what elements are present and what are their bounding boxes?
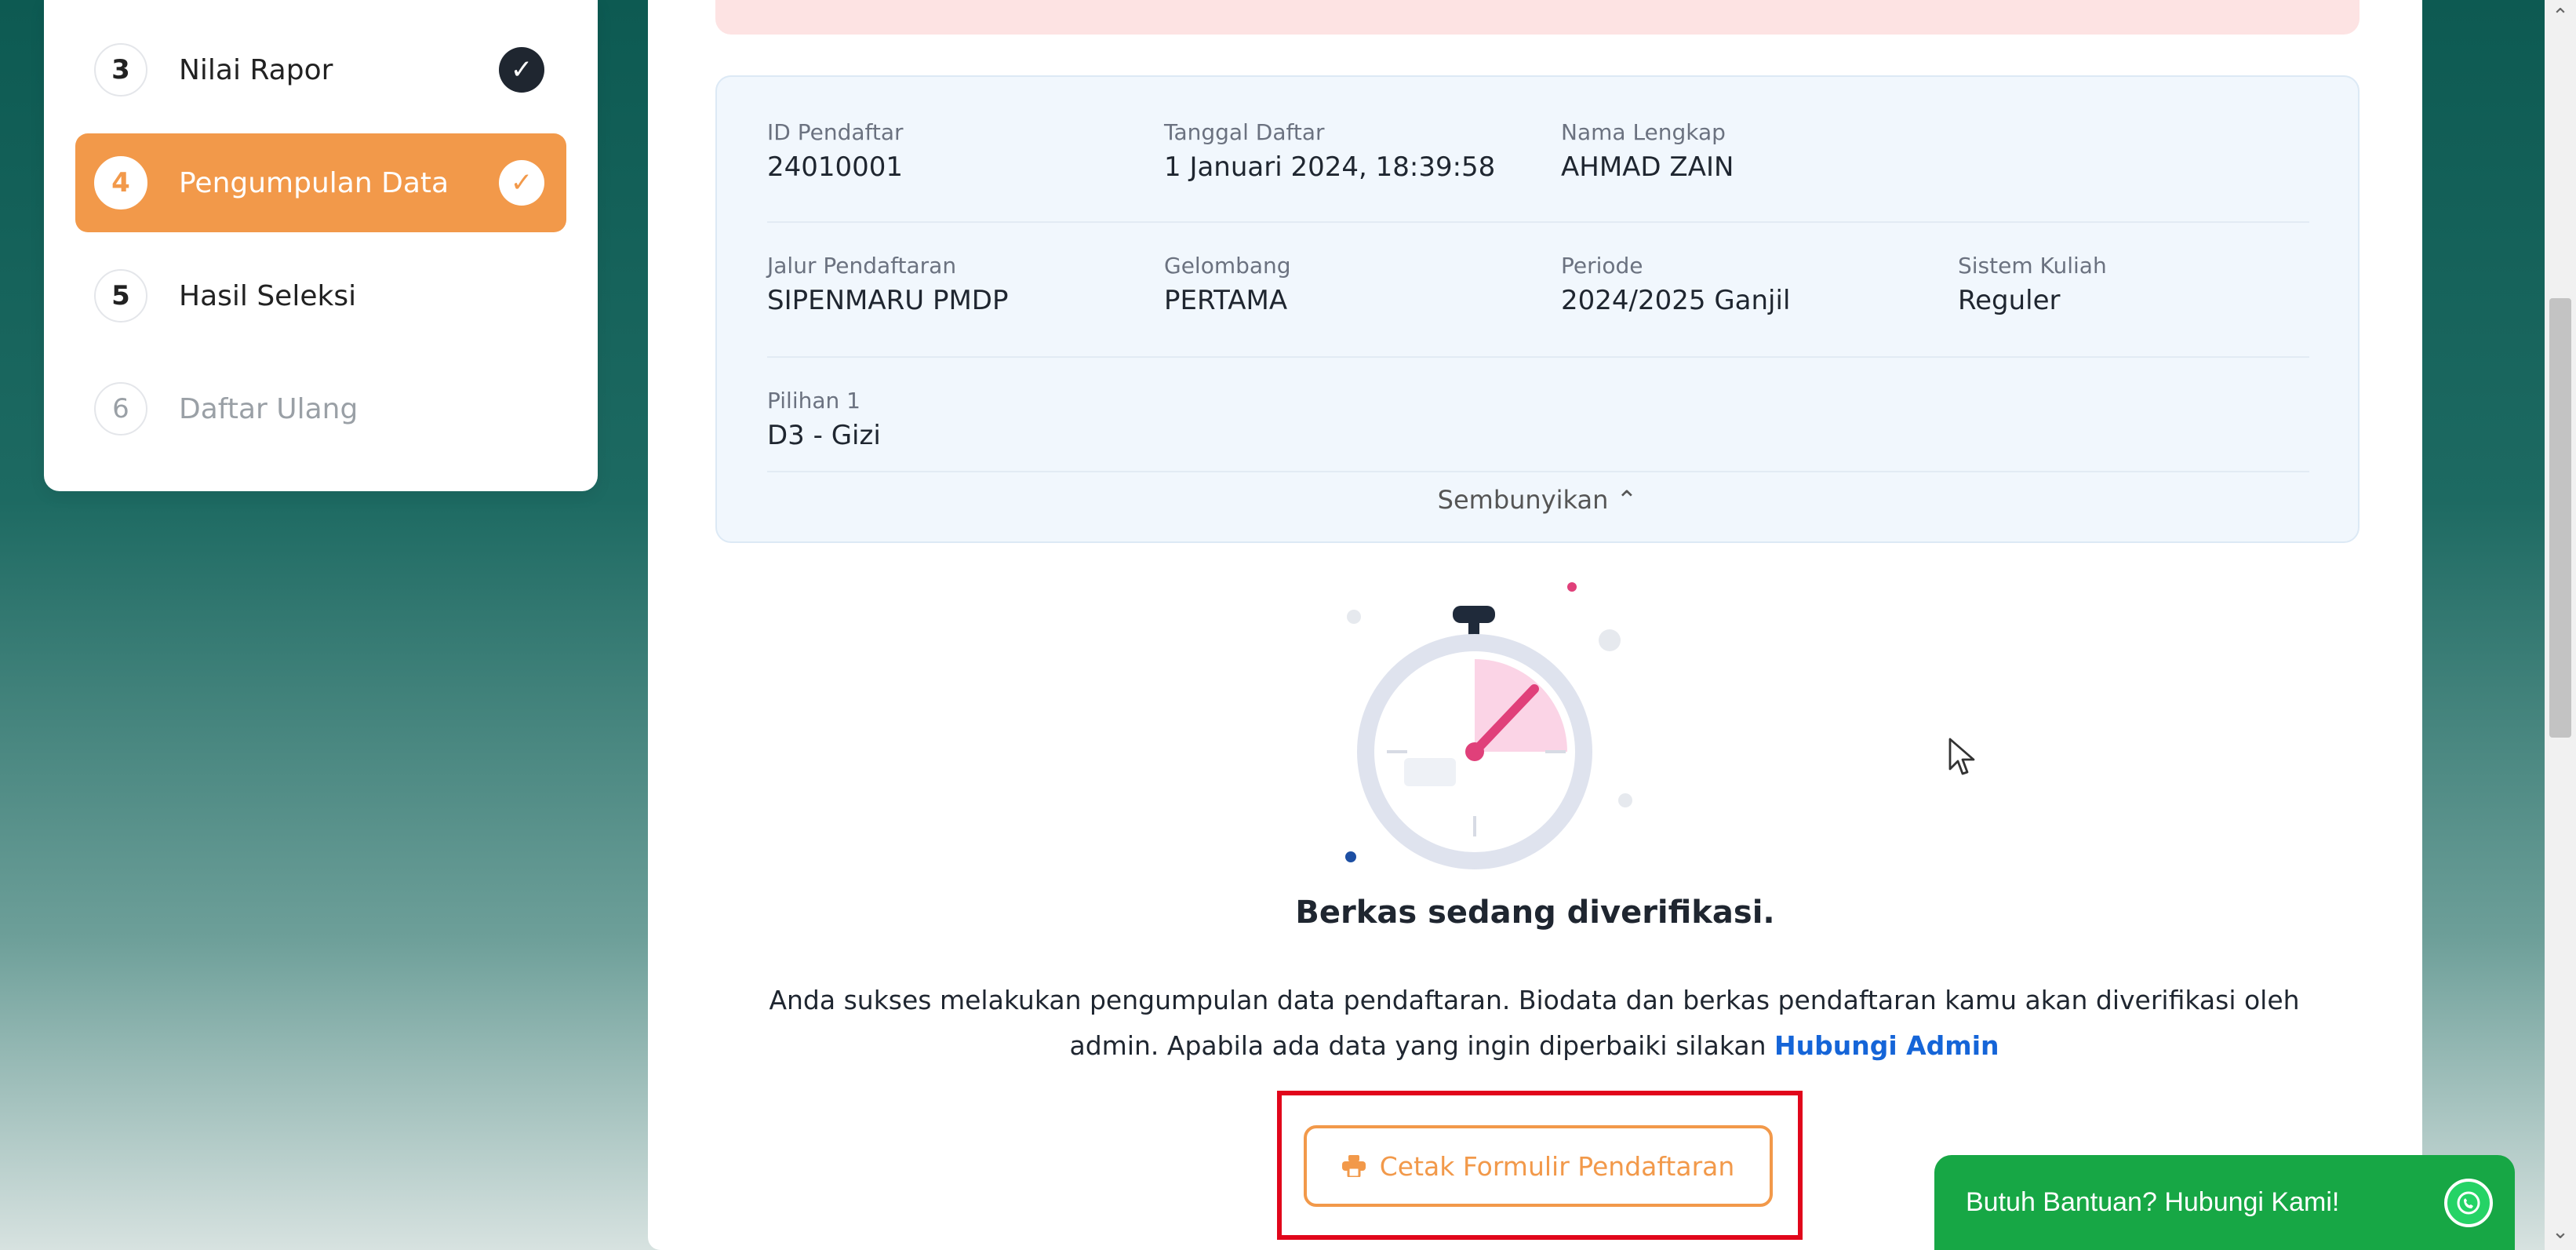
registration-info-box: ID Pendaftar 24010001 Tanggal Daftar 1 J… xyxy=(715,75,2360,543)
field-label: Tanggal Daftar xyxy=(1164,119,1325,145)
print-button-label: Cetak Formulir Pendaftaran xyxy=(1379,1150,1735,1182)
step-number: 5 xyxy=(94,269,147,323)
field-value: SIPENMARU PMDP xyxy=(767,285,1009,316)
steps-card: 3 Nilai Rapor ✓ 4 Pengumpulan Data ✓ 5 H… xyxy=(44,0,598,491)
verification-status-title: Berkas sedang diverifikasi. xyxy=(1295,895,1775,931)
field-id-pendaftar: ID Pendaftar 24010001 xyxy=(767,119,904,183)
stopwatch-illustration xyxy=(1345,582,1632,869)
step-label: Nilai Rapor xyxy=(179,53,333,86)
step-number: 4 xyxy=(94,156,147,210)
contact-admin-link[interactable]: Hubungi Admin xyxy=(1774,1030,1999,1061)
step-pengumpulan-data[interactable]: 4 Pengumpulan Data ✓ xyxy=(75,133,566,232)
field-label: Sistem Kuliah xyxy=(1958,253,2107,279)
step-hasil-seleksi[interactable]: 5 Hasil Seleksi xyxy=(75,246,566,345)
step-number: 6 xyxy=(94,382,147,435)
page-scrollbar[interactable]: ⌃ ⌄ xyxy=(2545,0,2576,1250)
hide-details-toggle[interactable]: Sembunyikan ⌃ xyxy=(717,485,2358,515)
help-whatsapp-button[interactable]: Butuh Bantuan? Hubungi Kami! xyxy=(1934,1155,2515,1250)
help-label: Butuh Bantuan? Hubungi Kami! xyxy=(1966,1187,2340,1217)
scroll-up-icon[interactable]: ⌃ xyxy=(2545,5,2576,28)
field-label: Gelombang xyxy=(1164,253,1291,279)
description-line-1: Anda sukses melakukan pengumpulan data p… xyxy=(769,985,2300,1015)
printer-icon xyxy=(1341,1155,1366,1177)
check-icon: ✓ xyxy=(499,160,544,206)
field-value: D3 - Gizi xyxy=(767,420,881,451)
field-value: AHMAD ZAIN xyxy=(1561,151,1734,183)
field-value: 1 Januari 2024, 18:39:58 xyxy=(1164,151,1496,183)
whatsapp-icon xyxy=(2444,1178,2493,1227)
step-label: Daftar Ulang xyxy=(179,392,358,425)
info-row-3: Pilihan 1 D3 - Gizi xyxy=(767,388,2309,472)
field-jalur: Jalur Pendaftaran SIPENMARU PMDP xyxy=(767,253,1008,316)
field-value: 24010001 xyxy=(767,151,904,183)
print-form-button[interactable]: Cetak Formulir Pendaftaran xyxy=(1304,1125,1773,1207)
step-label: Pengumpulan Data xyxy=(179,166,449,199)
info-row-1: ID Pendaftar 24010001 Tanggal Daftar 1 J… xyxy=(767,119,2309,223)
field-value: 2024/2025 Ganjil xyxy=(1561,285,1791,316)
mouse-cursor-icon xyxy=(1948,738,1975,775)
step-daftar-ulang: 6 Daftar Ulang xyxy=(75,359,566,458)
scrollbar-thumb[interactable] xyxy=(2549,298,2571,738)
field-nama-lengkap: Nama Lengkap AHMAD ZAIN xyxy=(1561,119,1734,183)
step-nilai-rapor[interactable]: 3 Nilai Rapor ✓ xyxy=(75,20,566,119)
field-label: Periode xyxy=(1561,253,1643,279)
description-line-2: admin. Apabila ada data yang ingin diper… xyxy=(1069,1030,1766,1061)
field-tanggal-daftar: Tanggal Daftar 1 Januari 2024, 18:39:58 xyxy=(1164,119,1495,183)
field-label: Jalur Pendaftaran xyxy=(767,253,957,279)
field-value: Reguler xyxy=(1958,285,2061,316)
field-pilihan-1: Pilihan 1 D3 - Gizi xyxy=(767,388,881,451)
info-row-2: Jalur Pendaftaran SIPENMARU PMDP Gelomba… xyxy=(767,253,2309,358)
step-label: Hasil Seleksi xyxy=(179,279,357,312)
field-label: Nama Lengkap xyxy=(1561,119,1726,145)
field-label: Pilihan 1 xyxy=(767,388,860,414)
verification-status-description: Anda sukses melakukan pengumpulan data p… xyxy=(711,978,2358,1069)
scroll-down-icon[interactable]: ⌄ xyxy=(2545,1220,2576,1244)
step-number: 3 xyxy=(94,43,147,97)
field-value: PERTAMA xyxy=(1164,285,1288,316)
field-gelombang: Gelombang PERTAMA xyxy=(1164,253,1291,316)
check-icon: ✓ xyxy=(499,47,544,93)
field-periode: Periode 2024/2025 Ganjil xyxy=(1561,253,1790,316)
alert-strip xyxy=(715,0,2360,35)
field-sistem-kuliah: Sistem Kuliah Reguler xyxy=(1958,253,2107,316)
field-label: ID Pendaftar xyxy=(767,119,904,145)
main-card: ID Pendaftar 24010001 Tanggal Daftar 1 J… xyxy=(648,0,2422,1250)
